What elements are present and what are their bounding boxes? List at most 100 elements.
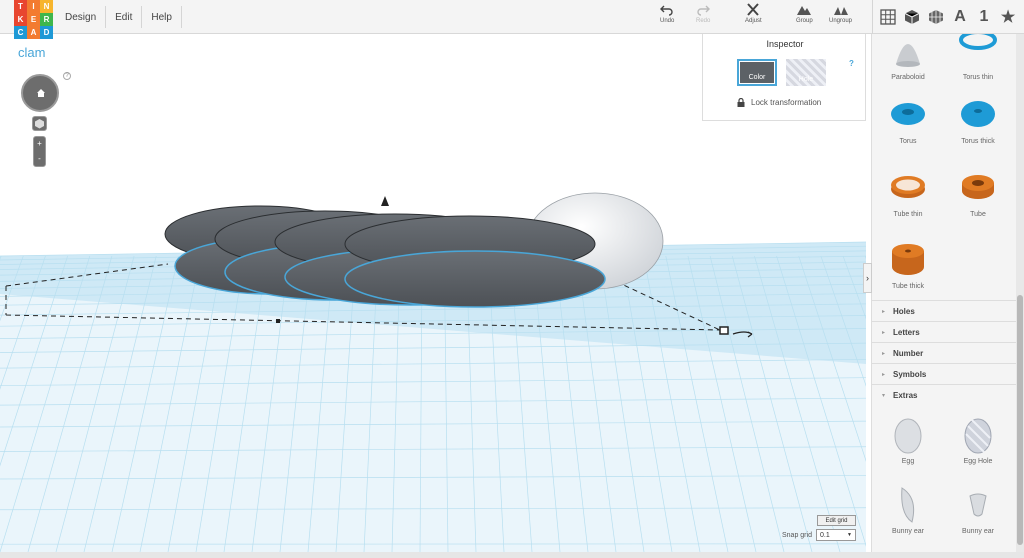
shape-tube-thick[interactable]: Tube thick: [878, 239, 938, 290]
logo-letter: E: [27, 13, 40, 26]
section-letters[interactable]: ▸ Letters: [872, 321, 1017, 342]
view-toolbar: A 1 ★: [872, 0, 1024, 34]
shape-label: Paraboloid: [891, 74, 925, 81]
undo-label: Undo: [660, 18, 675, 24]
shape-label: Tube: [970, 211, 986, 218]
shape-label: Torus: [899, 138, 917, 145]
group-button[interactable]: Group: [796, 3, 813, 24]
number-1-icon[interactable]: 1: [975, 8, 993, 26]
redo-icon: [697, 5, 711, 16]
text-A-icon[interactable]: A: [951, 8, 969, 26]
edit-grid-button[interactable]: Edit grid: [817, 515, 856, 526]
shape-label: Egg: [901, 458, 915, 465]
shape-torus-thick[interactable]: Torus thick: [948, 94, 1008, 145]
section-label: Number: [893, 348, 924, 358]
chevron-down-icon: ▾: [882, 392, 886, 399]
nav-help-icon[interactable]: ?: [63, 72, 71, 80]
shape-label: Tube thick: [891, 283, 925, 290]
project-name[interactable]: clam: [18, 45, 45, 60]
hole-button[interactable]: Hole: [786, 59, 826, 86]
zoom-out-button[interactable]: -: [34, 152, 45, 167]
ortho-view-button[interactable]: [32, 116, 47, 131]
top-toolbar: TINKERCAD Design Edit Help Undo Redo Adj…: [0, 0, 1024, 39]
shape-tube-thin[interactable]: Tube thin: [878, 167, 938, 218]
star-icon[interactable]: ★: [999, 8, 1017, 26]
tinkercad-logo[interactable]: TINKERCAD: [14, 0, 53, 39]
sidebar-collapse-tab[interactable]: ›: [863, 263, 872, 293]
chevron-right-icon: ▸: [882, 350, 886, 357]
ortho-cube-icon: [35, 119, 44, 129]
shape-label: Egg Hole: [963, 458, 993, 465]
inspector-help-icon[interactable]: ?: [849, 59, 854, 68]
adjust-icon: [747, 3, 760, 16]
color-swatch-button[interactable]: Color: [737, 59, 777, 86]
paraboloid-icon: [896, 44, 920, 67]
torus-thick-icon: [961, 101, 995, 127]
section-extras[interactable]: ▾ Extras: [872, 384, 1017, 405]
view-navigation-wheel[interactable]: [21, 74, 59, 112]
shape-egg-hole[interactable]: Egg Hole: [948, 414, 1008, 465]
chevron-right-icon: ›: [866, 273, 869, 283]
resize-handle-mid[interactable]: [276, 319, 280, 323]
shape-label: Tube thin: [893, 211, 923, 218]
redo-button[interactable]: Redo: [696, 3, 710, 24]
lock-transformation-toggle[interactable]: Lock transformation: [737, 98, 821, 107]
logo-letter: N: [40, 0, 53, 13]
adjust-button[interactable]: Adjust: [745, 3, 762, 24]
grid-view-icon[interactable]: [879, 8, 897, 26]
logo-letter: K: [14, 13, 27, 26]
shape-label: Bunny ear: [892, 528, 924, 535]
home-icon[interactable]: [36, 88, 46, 98]
snap-grid-select[interactable]: 0.1 ▼: [816, 529, 856, 541]
3d-workplane-viewport[interactable]: clam ? + - Inspector ? Color Hole Lock t…: [0, 34, 866, 552]
logo-letter: R: [40, 13, 53, 26]
logo-letter: I: [27, 0, 40, 13]
sidebar-scroll-thumb[interactable]: [1017, 295, 1023, 545]
main-menu: Design Edit Help: [56, 6, 182, 28]
shape-paraboloid[interactable]: Paraboloid: [878, 34, 938, 81]
resize-handle[interactable]: [719, 326, 729, 335]
snap-grid-label: Snap grid: [782, 532, 812, 539]
section-label: Holes: [893, 306, 915, 316]
zoom-controls: + -: [33, 136, 46, 167]
lock-label: Lock transformation: [751, 98, 822, 107]
snap-grid-value: 0.1: [820, 531, 830, 539]
torus-icon: [891, 103, 925, 125]
bunny-ear-icon: [901, 487, 915, 523]
ungroup-button[interactable]: Ungroup: [829, 3, 852, 24]
shell-stack[interactable]: [164, 205, 606, 308]
shape-egg[interactable]: Egg: [878, 414, 938, 465]
logo-letter: T: [14, 0, 27, 13]
shape-tube[interactable]: Tube: [948, 167, 1008, 218]
zoom-in-button[interactable]: +: [34, 137, 45, 152]
menu-help[interactable]: Help: [142, 6, 182, 28]
section-number[interactable]: ▸ Number: [872, 342, 1017, 363]
menu-edit[interactable]: Edit: [106, 6, 143, 28]
redo-label: Redo: [696, 18, 711, 24]
shape-bunny-ear[interactable]: Bunny ear: [878, 484, 938, 535]
section-label: Letters: [893, 327, 920, 337]
chevron-down-icon: ▼: [847, 532, 852, 538]
section-holes[interactable]: ▸ Holes: [872, 300, 1017, 321]
ungroup-label: Ungroup: [829, 18, 853, 24]
section-symbols[interactable]: ▸ Symbols: [872, 363, 1017, 384]
tube-thick-icon: [892, 244, 924, 275]
shape-label: Bunny ear: [962, 528, 994, 535]
wireframe-cube-icon[interactable]: [927, 8, 945, 26]
group-icon: [797, 6, 812, 15]
egg-hole-icon: [964, 418, 992, 454]
shape-bunny-ear-2[interactable]: Bunny ear: [948, 484, 1008, 535]
bottom-strip: [0, 552, 1024, 558]
logo-letter: D: [40, 26, 53, 39]
torus-thin-icon: [959, 34, 997, 50]
shapes-sidebar: Paraboloid Torus thin Torus Torus thick …: [871, 34, 1017, 552]
chevron-right-icon: ▸: [882, 329, 886, 336]
group-label: Group: [796, 18, 813, 24]
shape-torus-thin[interactable]: Torus thin: [948, 34, 1008, 81]
undo-icon: [660, 5, 673, 16]
section-label: Extras: [893, 390, 918, 400]
shape-torus[interactable]: Torus: [878, 94, 938, 145]
menu-design[interactable]: Design: [56, 6, 107, 28]
undo-button[interactable]: Undo: [660, 3, 674, 24]
cube-icon[interactable]: [903, 8, 921, 26]
